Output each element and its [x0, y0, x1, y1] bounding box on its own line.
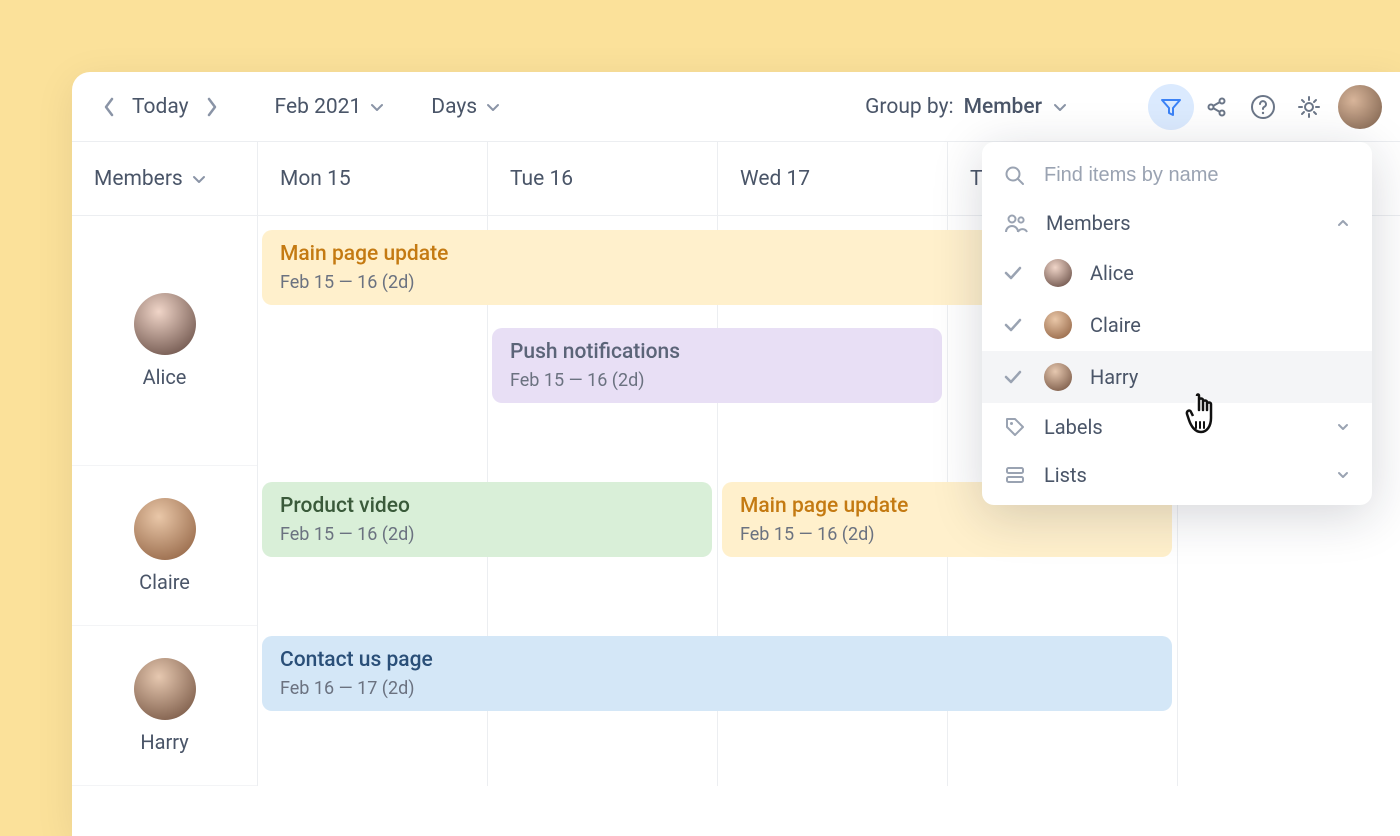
- task-date: Feb 15 — 16 (2d): [510, 370, 924, 391]
- chevron-up-icon: [1336, 216, 1350, 230]
- avatar: [134, 658, 196, 720]
- group-by-selector[interactable]: Member: [964, 95, 1068, 119]
- task-card[interactable]: Contact us page Feb 16 — 17 (2d): [262, 636, 1172, 711]
- chevron-left-icon: [102, 96, 116, 118]
- filter-search-input[interactable]: [1044, 164, 1350, 187]
- task-title: Contact us page: [280, 648, 1154, 672]
- funnel-icon: [1159, 95, 1183, 119]
- task-card[interactable]: Push notifications Feb 15 — 16 (2d): [492, 328, 942, 403]
- month-selector[interactable]: Feb 2021: [267, 89, 394, 125]
- group-by-label: Group by:: [865, 95, 953, 119]
- member-row: Alice: [72, 216, 257, 466]
- task-title: Push notifications: [510, 340, 924, 364]
- view-label: Days: [431, 95, 477, 119]
- month-label: Feb 2021: [275, 95, 362, 119]
- today-button[interactable]: Today: [124, 89, 197, 125]
- member-name: Alice: [143, 365, 187, 389]
- member-row: Claire: [72, 466, 257, 626]
- group-by-value: Member: [964, 95, 1042, 119]
- member-name: Claire: [139, 570, 190, 594]
- next-button[interactable]: [197, 92, 227, 122]
- chevron-down-icon: [191, 171, 207, 187]
- filter-member-item[interactable]: Harry: [982, 351, 1372, 403]
- share-icon: [1205, 95, 1229, 119]
- chevron-down-icon: [1336, 420, 1350, 434]
- filter-button[interactable]: [1148, 84, 1194, 130]
- toolbar: Today Feb 2021 Days Group by: Member: [72, 72, 1400, 142]
- task-title: Product video: [280, 494, 694, 518]
- chevron-down-icon: [1336, 468, 1350, 482]
- check-icon: [1004, 370, 1026, 384]
- filter-member-name: Alice: [1090, 261, 1134, 285]
- task-card[interactable]: Product video Feb 15 — 16 (2d): [262, 482, 712, 557]
- filter-member-item[interactable]: Claire: [982, 299, 1372, 351]
- filter-panel: Members Alice Claire Harry Labels Lists: [982, 142, 1372, 505]
- filter-section-lists[interactable]: Lists: [982, 451, 1372, 499]
- members-icon: [1004, 212, 1028, 234]
- tag-icon: [1004, 416, 1026, 438]
- member-name: Harry: [140, 730, 188, 754]
- day-header: Mon 15: [258, 142, 488, 215]
- day-header: Tue 16: [488, 142, 718, 215]
- chevron-down-icon: [369, 99, 385, 115]
- filter-member-item[interactable]: Alice: [982, 247, 1372, 299]
- chevron-down-icon: [1052, 99, 1068, 115]
- day-header: Wed 17: [718, 142, 948, 215]
- avatar: [134, 498, 196, 560]
- avatar: [1044, 363, 1072, 391]
- filter-section-labels[interactable]: Labels: [982, 403, 1372, 451]
- search-icon: [1004, 165, 1026, 187]
- chevron-down-icon: [485, 99, 501, 115]
- filter-member-name: Harry: [1090, 365, 1138, 389]
- task-date: Feb 15 — 16 (2d): [740, 524, 1154, 545]
- help-icon: [1250, 94, 1276, 120]
- filter-section-members[interactable]: Members: [982, 199, 1372, 247]
- avatar: [1044, 259, 1072, 287]
- prev-button[interactable]: [94, 92, 124, 122]
- view-selector[interactable]: Days: [423, 89, 509, 125]
- avatar: [134, 293, 196, 355]
- gear-icon: [1296, 94, 1322, 120]
- settings-button[interactable]: [1286, 84, 1332, 130]
- filter-lists-label: Lists: [1044, 463, 1318, 487]
- members-sidebar: Alice Claire Harry: [72, 216, 258, 786]
- filter-members-label: Members: [1046, 211, 1318, 235]
- task-date: Feb 15 — 16 (2d): [280, 524, 694, 545]
- members-header-label: Members: [94, 167, 183, 191]
- check-icon: [1004, 266, 1026, 280]
- profile-avatar[interactable]: [1338, 85, 1382, 129]
- avatar: [1044, 311, 1072, 339]
- check-icon: [1004, 318, 1026, 332]
- list-icon: [1004, 464, 1026, 486]
- chevron-right-icon: [205, 96, 219, 118]
- help-button[interactable]: [1240, 84, 1286, 130]
- share-button[interactable]: [1194, 84, 1240, 130]
- today-label: Today: [132, 95, 189, 119]
- task-date: Feb 16 — 17 (2d): [280, 678, 1154, 699]
- filter-labels-label: Labels: [1044, 415, 1318, 439]
- filter-search[interactable]: [982, 152, 1372, 199]
- filter-member-name: Claire: [1090, 313, 1141, 337]
- members-column-header[interactable]: Members: [72, 142, 258, 215]
- member-row: Harry: [72, 626, 257, 786]
